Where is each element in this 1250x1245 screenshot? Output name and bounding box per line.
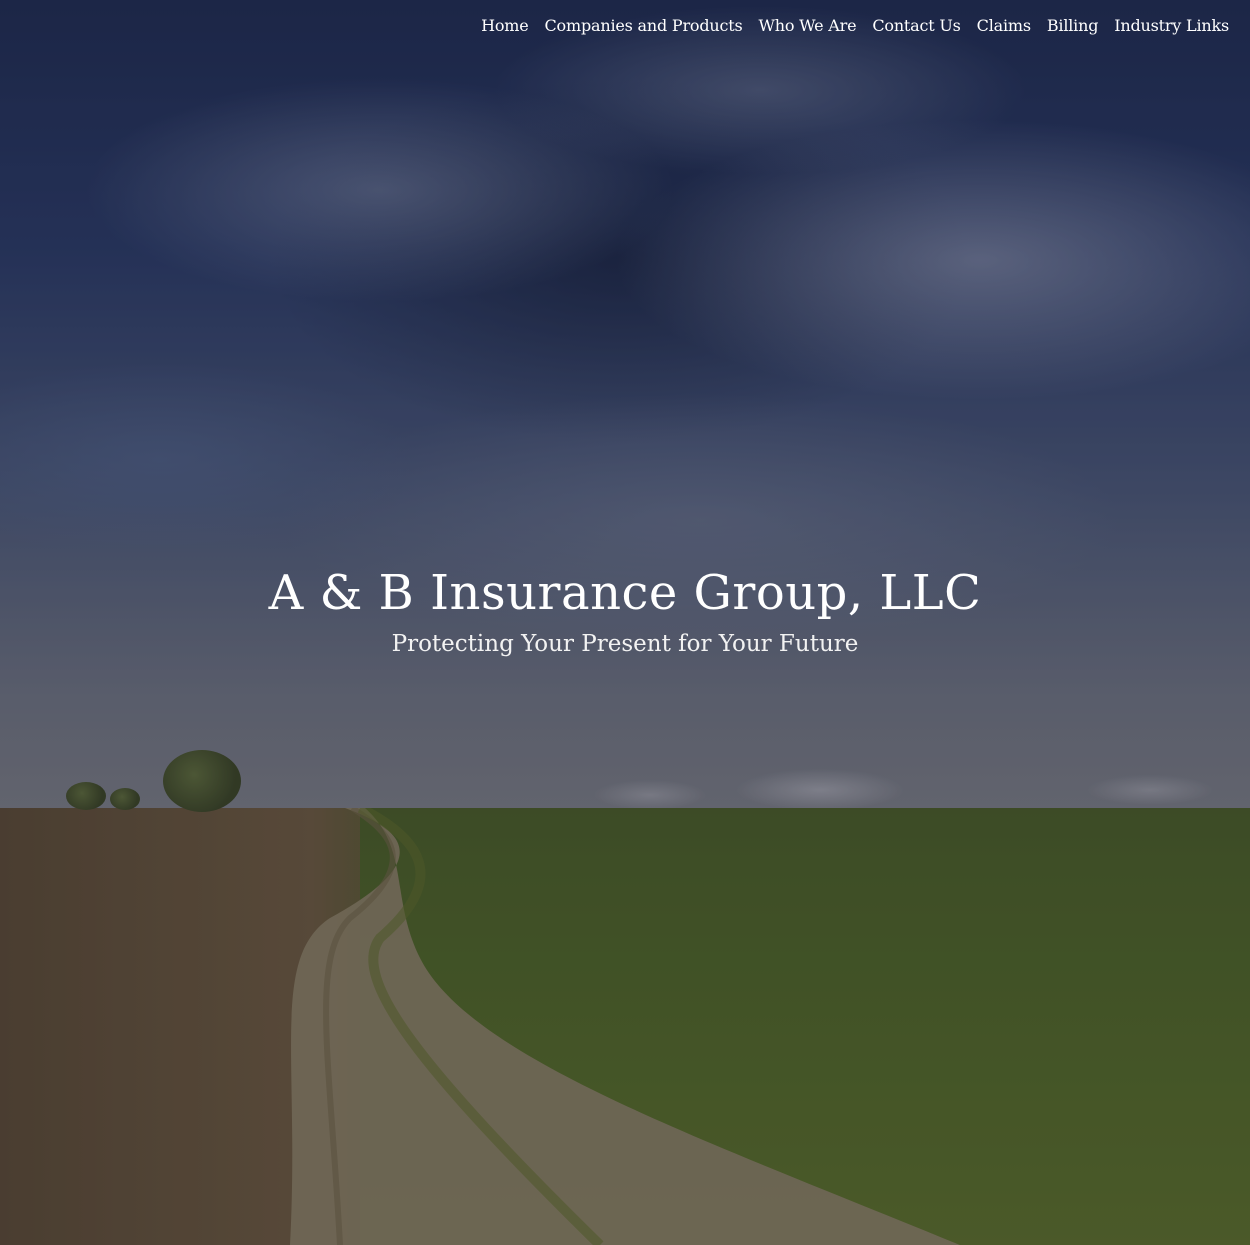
nav-companies-and-products[interactable]: Companies and Products — [545, 14, 743, 38]
nav-billing[interactable]: Billing — [1047, 14, 1099, 38]
nav-home[interactable]: Home — [481, 14, 529, 38]
nav-contact-us[interactable]: Contact Us — [872, 14, 961, 38]
nav-who-we-are[interactable]: Who We Are — [759, 14, 857, 38]
nav-claims[interactable]: Claims — [977, 14, 1031, 38]
site-tagline: Protecting Your Present for Your Future — [391, 631, 859, 657]
hero-title-block: A & B Insurance Group, LLC Protecting Yo… — [0, 562, 1250, 660]
nav-industry-links[interactable]: Industry Links — [1114, 14, 1229, 38]
site-title: A & B Insurance Group, LLC — [268, 565, 982, 621]
main-nav: Home Companies and Products Who We Are C… — [481, 14, 1229, 38]
hero-section: Home Companies and Products Who We Are C… — [0, 0, 1250, 1245]
